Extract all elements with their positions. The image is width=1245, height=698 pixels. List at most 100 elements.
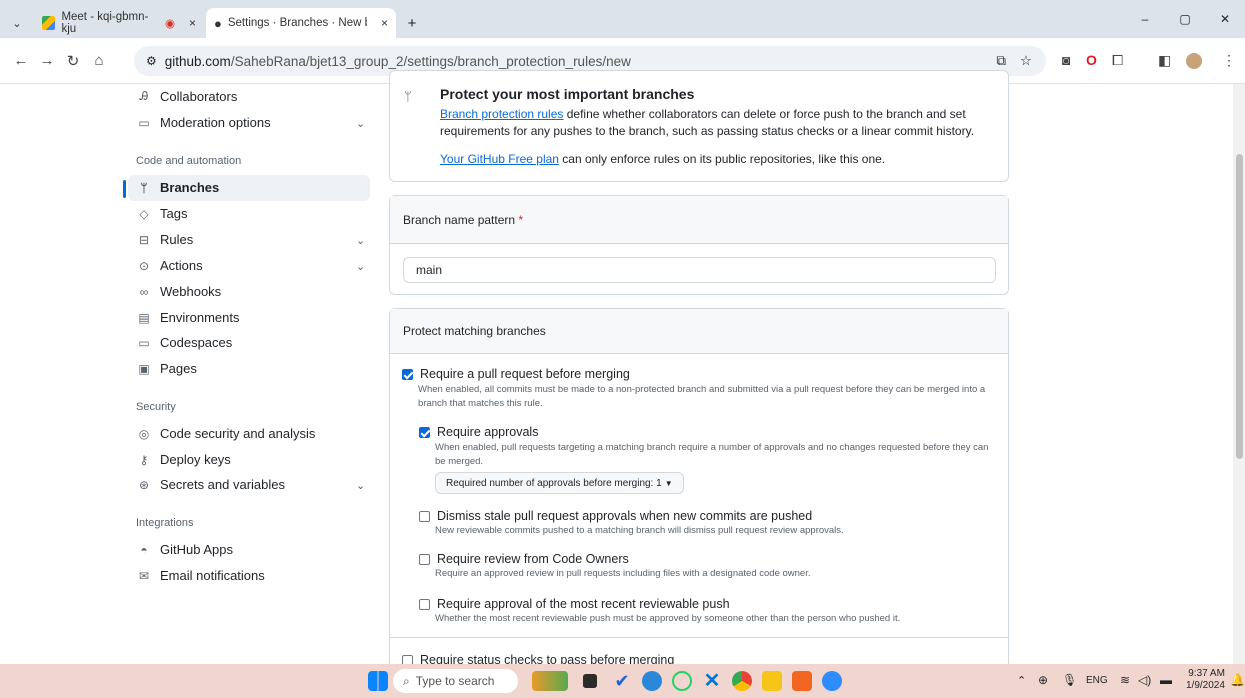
option-desc: New reviewable commits pushed to a match…: [435, 525, 844, 536]
sidebar-item-codespaces[interactable]: ▭ Codespaces: [136, 335, 232, 350]
branch-pattern-input[interactable]: main: [403, 257, 996, 283]
sidebar-item-label: Collaborators: [160, 89, 238, 104]
menu-kebab-icon[interactable]: ⋮: [1222, 52, 1236, 69]
install-app-icon[interactable]: ⧉: [996, 53, 1006, 69]
require-pr-checkbox[interactable]: [402, 368, 413, 380]
reload-icon[interactable]: ↻: [60, 52, 86, 70]
apps-icon: ◓: [140, 542, 148, 557]
branch-pattern-header: Branch name pattern *: [390, 196, 1008, 244]
language-indicator[interactable]: ENG: [1086, 675, 1108, 686]
asterisk-box-icon: ⊛: [138, 477, 150, 492]
back-icon[interactable]: ←: [8, 52, 34, 69]
new-tab-button[interactable]: +: [398, 8, 426, 38]
sidebar-item-label: Email notifications: [160, 568, 265, 583]
sidebar-item-pages[interactable]: ▣ Pages: [136, 361, 197, 376]
clock-date: 1/9/2024: [1186, 680, 1225, 691]
whatsapp-icon[interactable]: [672, 671, 692, 691]
option-title: Dismiss stale pull request approvals whe…: [437, 509, 813, 523]
plan-note: Your GitHub Free plan can only enforce r…: [440, 152, 994, 166]
sidebar-item-collaborators[interactable]: Ꭿ Collaborators: [136, 89, 238, 104]
sidebar-item-actions[interactable]: ⊙ Actions: [136, 258, 203, 273]
minimize-button[interactable]: –: [1125, 12, 1165, 26]
widgets-icon[interactable]: [532, 671, 568, 691]
sidebar-item-moderation[interactable]: ▭ Moderation options: [136, 115, 271, 130]
restore-button[interactable]: ▢: [1165, 12, 1205, 26]
section-heading-code: Code and automation: [136, 155, 242, 167]
windows-start-icon[interactable]: [368, 671, 388, 691]
sidebar-item-email-notifications[interactable]: ✉ Email notifications: [136, 568, 265, 583]
option-desc: When enabled, all commits must be made t…: [418, 384, 986, 409]
recent-push-checkbox[interactable]: [419, 598, 430, 610]
extensions-icon[interactable]: ⧠: [1112, 52, 1123, 69]
zoom-icon[interactable]: [822, 671, 842, 691]
notification-bell-icon[interactable]: 🔔: [1230, 673, 1245, 687]
tab-meet[interactable]: Meet - kqi-gbmn-kju ◉ ×: [34, 8, 204, 38]
sidebar-item-webhooks[interactable]: ∞ Webhooks: [136, 284, 221, 299]
sidebar-item-label: Tags: [160, 206, 188, 221]
page-scrollbar[interactable]: [1233, 84, 1245, 664]
chrome-icon[interactable]: [732, 671, 752, 691]
battery-icon[interactable]: ▬: [1160, 673, 1172, 687]
github-free-plan-link[interactable]: Your GitHub Free plan: [440, 152, 559, 166]
network-globe-icon[interactable]: ⊕: [1038, 673, 1048, 687]
tag-icon: ◇: [139, 206, 149, 221]
search-icon: ⌕: [403, 673, 410, 688]
dropdown-label: Required number of approvals before merg…: [446, 477, 662, 489]
url-path: /SahebRana/bjet13_group_2/settings/branc…: [230, 53, 631, 69]
todo-icon[interactable]: ✔: [612, 671, 632, 691]
sidebar-item-deploy-keys[interactable]: ⚷ Deploy keys: [136, 452, 231, 467]
sidebar-item-branches[interactable]: ᛘ Branches: [136, 180, 219, 195]
wifi-icon[interactable]: ≋: [1120, 673, 1130, 687]
branch-protection-rules-link[interactable]: Branch protection rules: [440, 107, 563, 121]
sidebar-item-code-security[interactable]: ◎ Code security and analysis: [136, 426, 316, 441]
chevron-down-icon[interactable]: ⌄: [356, 260, 365, 273]
microphone-icon[interactable]: 🎙: [1062, 673, 1077, 687]
profile-avatar[interactable]: [1186, 53, 1202, 69]
camera-icon[interactable]: ◙: [1062, 52, 1070, 68]
sidebar-item-github-apps[interactable]: ◓ GitHub Apps: [136, 542, 233, 557]
taskbar-search[interactable]: ⌕ Type to search: [393, 669, 518, 693]
intro-text: Branch protection rules define whether c…: [440, 106, 994, 140]
volume-icon[interactable]: ◁): [1138, 673, 1151, 687]
tab-github-settings[interactable]: ● Settings · Branches · New branc ×: [206, 8, 396, 38]
file-explorer-icon[interactable]: [762, 671, 782, 691]
home-icon[interactable]: ⌂: [86, 52, 112, 69]
sidebar-item-environments[interactable]: ▤ Environments: [136, 310, 239, 325]
sidebar-item-label: Rules: [160, 232, 194, 247]
sidebar-item-label: Secrets and variables: [160, 477, 286, 492]
divider: [390, 637, 1008, 638]
site-info-icon[interactable]: ⚙: [146, 54, 157, 68]
app-icon[interactable]: [792, 671, 812, 691]
search-placeholder: Type to search: [415, 674, 495, 688]
codespaces-icon: ▭: [138, 335, 150, 350]
chevron-down-icon[interactable]: ⌄: [356, 234, 365, 247]
code-owners-checkbox[interactable]: [419, 553, 430, 565]
dismiss-stale-checkbox[interactable]: [419, 510, 430, 522]
chevron-up-icon[interactable]: ⌃: [1017, 674, 1026, 687]
sidebar-item-secrets[interactable]: ⊛ Secrets and variables: [136, 477, 285, 492]
task-view-icon[interactable]: [583, 674, 597, 688]
approvals-count-dropdown[interactable]: Required number of approvals before merg…: [435, 472, 684, 494]
chevron-down-icon[interactable]: ⌄: [356, 117, 365, 130]
close-window-button[interactable]: ✕: [1205, 12, 1245, 26]
bookmark-star-icon[interactable]: ☆: [1020, 53, 1032, 69]
tab-list-icon[interactable]: ⌄: [0, 8, 34, 38]
scrollbar-thumb[interactable]: [1236, 154, 1243, 459]
vscode-icon[interactable]: ✕: [702, 671, 722, 691]
edge-icon[interactable]: [642, 671, 662, 691]
opera-icon[interactable]: O: [1086, 52, 1097, 68]
clock[interactable]: 9:37 AM 1/9/2024: [1186, 668, 1225, 692]
sidebar-item-label: Moderation options: [160, 115, 271, 130]
caret-down-icon: ▼: [664, 478, 673, 488]
rules-icon: ⊟: [138, 232, 150, 247]
forward-icon[interactable]: →: [34, 52, 60, 69]
sidebar-item-tags[interactable]: ◇ Tags: [136, 206, 187, 221]
require-approvals-checkbox[interactable]: [419, 426, 430, 438]
side-panel-icon[interactable]: ◧: [1158, 52, 1171, 69]
chevron-down-icon[interactable]: ⌄: [356, 479, 365, 492]
tab-close-button[interactable]: ×: [381, 16, 388, 30]
sidebar-item-rules[interactable]: ⊟ Rules: [136, 232, 193, 247]
tab-close-button[interactable]: ×: [189, 16, 196, 30]
sidebar-item-label: Branches: [160, 180, 220, 195]
option-title: Require review from Code Owners: [437, 552, 629, 566]
